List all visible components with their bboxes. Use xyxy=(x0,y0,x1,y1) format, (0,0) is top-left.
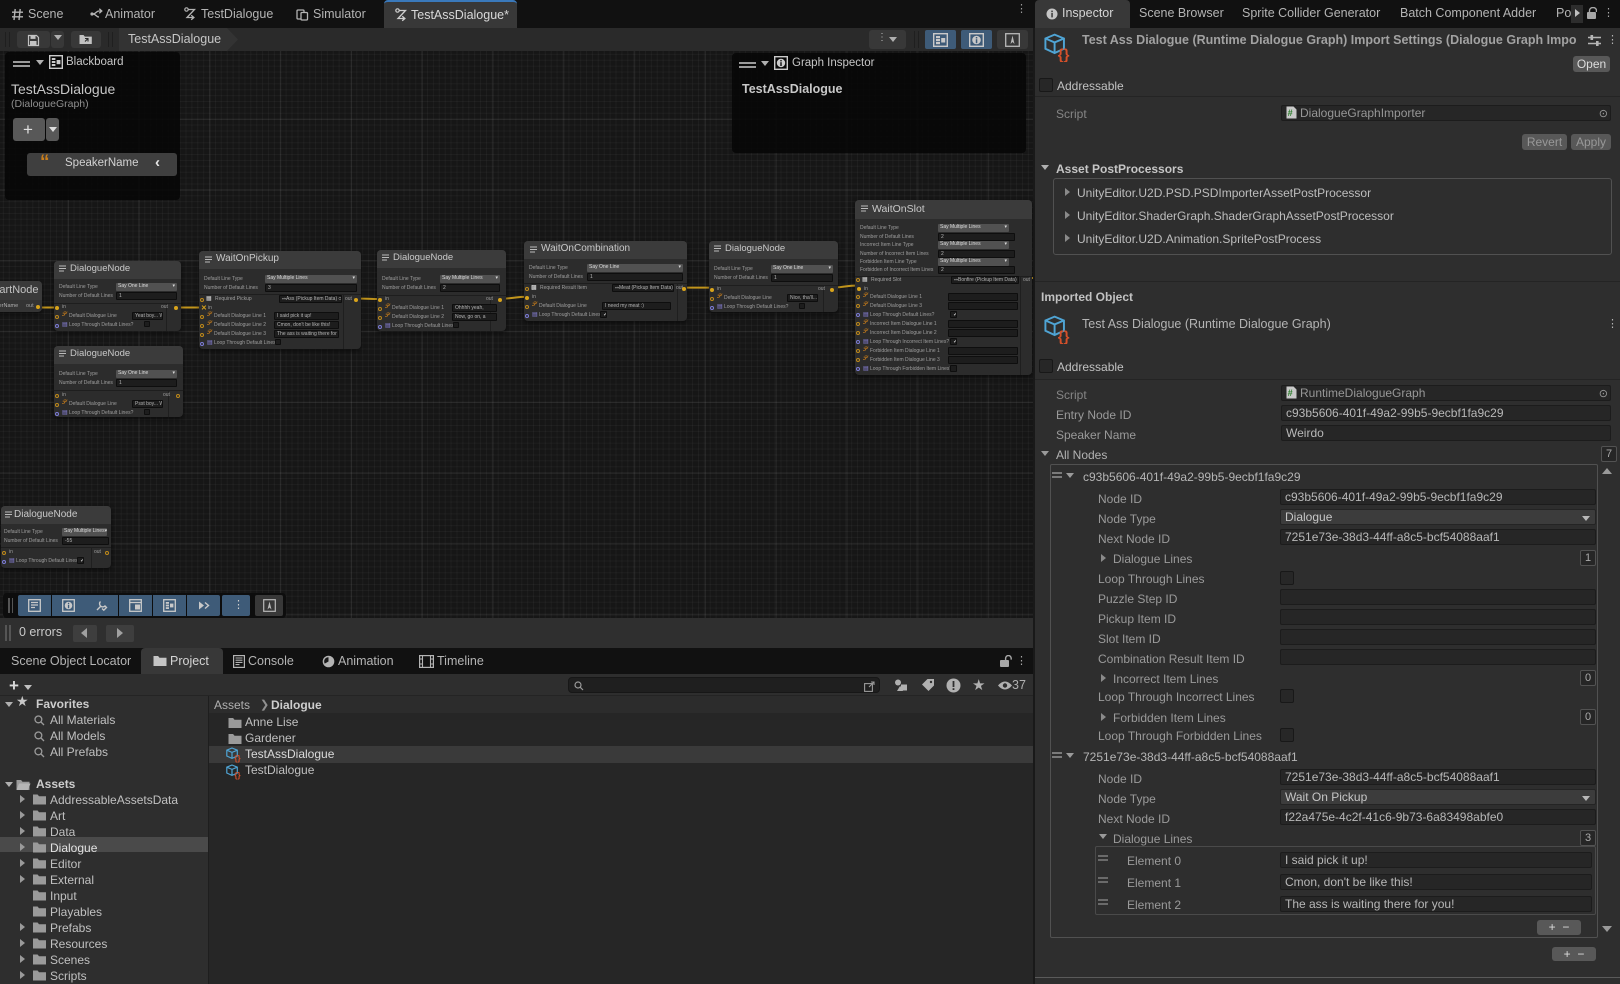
svg-text:{}: {} xyxy=(234,755,240,764)
svg-text:#: # xyxy=(1288,108,1293,118)
svg-text:{}: {} xyxy=(234,771,240,780)
svg-text:{}: {} xyxy=(1058,329,1070,344)
svg-text:{}: {} xyxy=(1058,47,1070,62)
svg-text:#: # xyxy=(1288,388,1293,398)
